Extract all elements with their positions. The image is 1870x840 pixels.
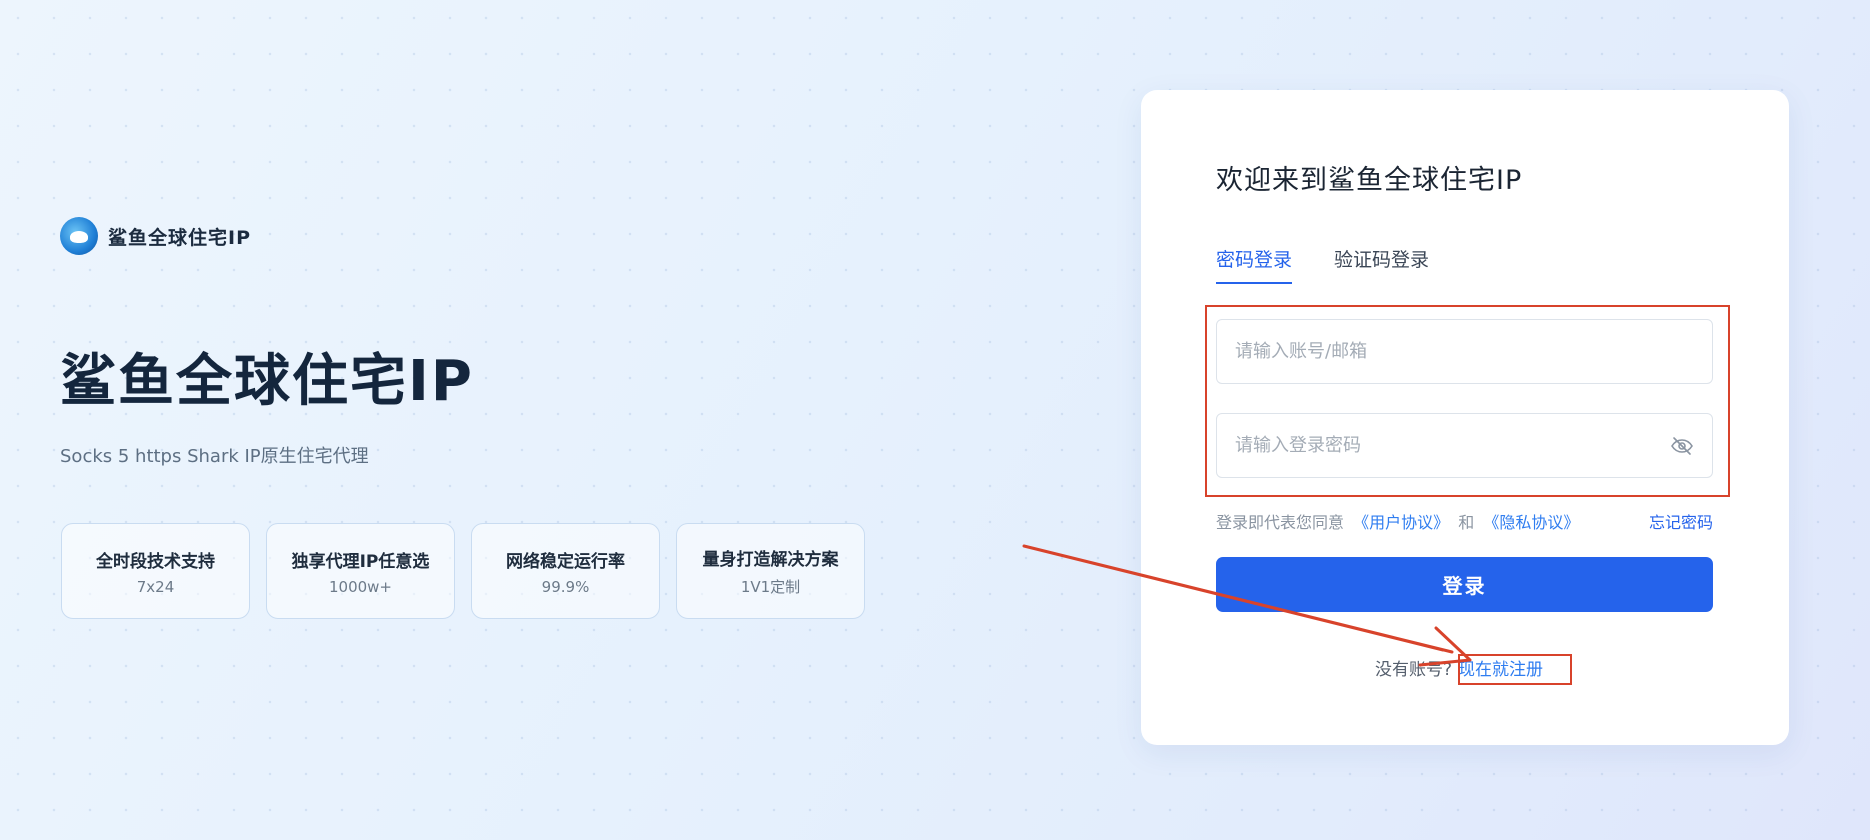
tab-password-login[interactable]: 密码登录 (1216, 245, 1293, 284)
forgot-password-link[interactable]: 忘记密码 (1649, 509, 1713, 533)
feature-value: 1V1定制 (740, 578, 801, 596)
agreement-row: 登录即代表您同意 《用户协议》 和 《隐私协议》 忘记密码 (1216, 509, 1713, 533)
hero-title: 鲨鱼全球住宅IP (60, 349, 474, 414)
brand-name: 鲨鱼全球住宅IP (108, 226, 251, 249)
eye-slash-icon[interactable] (1670, 434, 1694, 458)
feature-title: 全时段技术支持 (96, 551, 215, 572)
login-tabs: 密码登录 验证码登录 (1216, 245, 1429, 284)
login-title: 欢迎来到鲨鱼全球住宅IP (1216, 165, 1523, 196)
password-input[interactable] (1235, 435, 1670, 456)
register-link[interactable]: 现在就注册 (1458, 655, 1543, 680)
feature-card: 网络稳定运行率 99.9% (471, 523, 660, 619)
brand: 鲨鱼全球住宅IP (60, 217, 251, 255)
feature-title: 网络稳定运行率 (506, 551, 625, 572)
feature-title: 量身打造解决方案 (702, 550, 839, 570)
shark-logo-icon (60, 217, 98, 255)
login-button[interactable]: 登录 (1216, 557, 1713, 612)
feature-card: 独享代理IP任意选 1000w+ (266, 523, 455, 619)
agreement-prefix: 登录即代表您同意 (1216, 513, 1345, 532)
feature-value: 7x24 (136, 577, 175, 596)
feature-card: 量身打造解决方案 1V1定制 (676, 523, 865, 619)
user-agreement-link[interactable]: 《用户协议》 (1353, 513, 1449, 532)
login-card: 欢迎来到鲨鱼全球住宅IP 密码登录 验证码登录 登录即代表您同意 《用户协议》 … (1141, 90, 1789, 745)
tab-code-login[interactable]: 验证码登录 (1334, 245, 1429, 284)
privacy-policy-link[interactable]: 《隐私协议》 (1483, 513, 1579, 532)
no-account-text: 没有账号? (1375, 660, 1453, 680)
password-field (1216, 413, 1713, 478)
feature-value: 99.9% (541, 577, 590, 596)
register-row: 没有账号? 现在就注册 (1141, 655, 1789, 680)
hero-subtitle: Socks 5 https Shark IP原生住宅代理 (60, 446, 369, 467)
agreement-and: 和 (1458, 513, 1475, 532)
feature-value: 1000w+ (328, 577, 392, 596)
feature-title: 独享代理IP任意选 (291, 551, 430, 572)
feature-card: 全时段技术支持 7x24 (61, 523, 250, 619)
account-input[interactable] (1235, 341, 1694, 362)
agreement-text: 登录即代表您同意 《用户协议》 和 《隐私协议》 (1216, 509, 1583, 533)
account-field (1216, 319, 1713, 384)
feature-list: 全时段技术支持 7x24 独享代理IP任意选 1000w+ 网络稳定运行率 99… (61, 523, 865, 619)
